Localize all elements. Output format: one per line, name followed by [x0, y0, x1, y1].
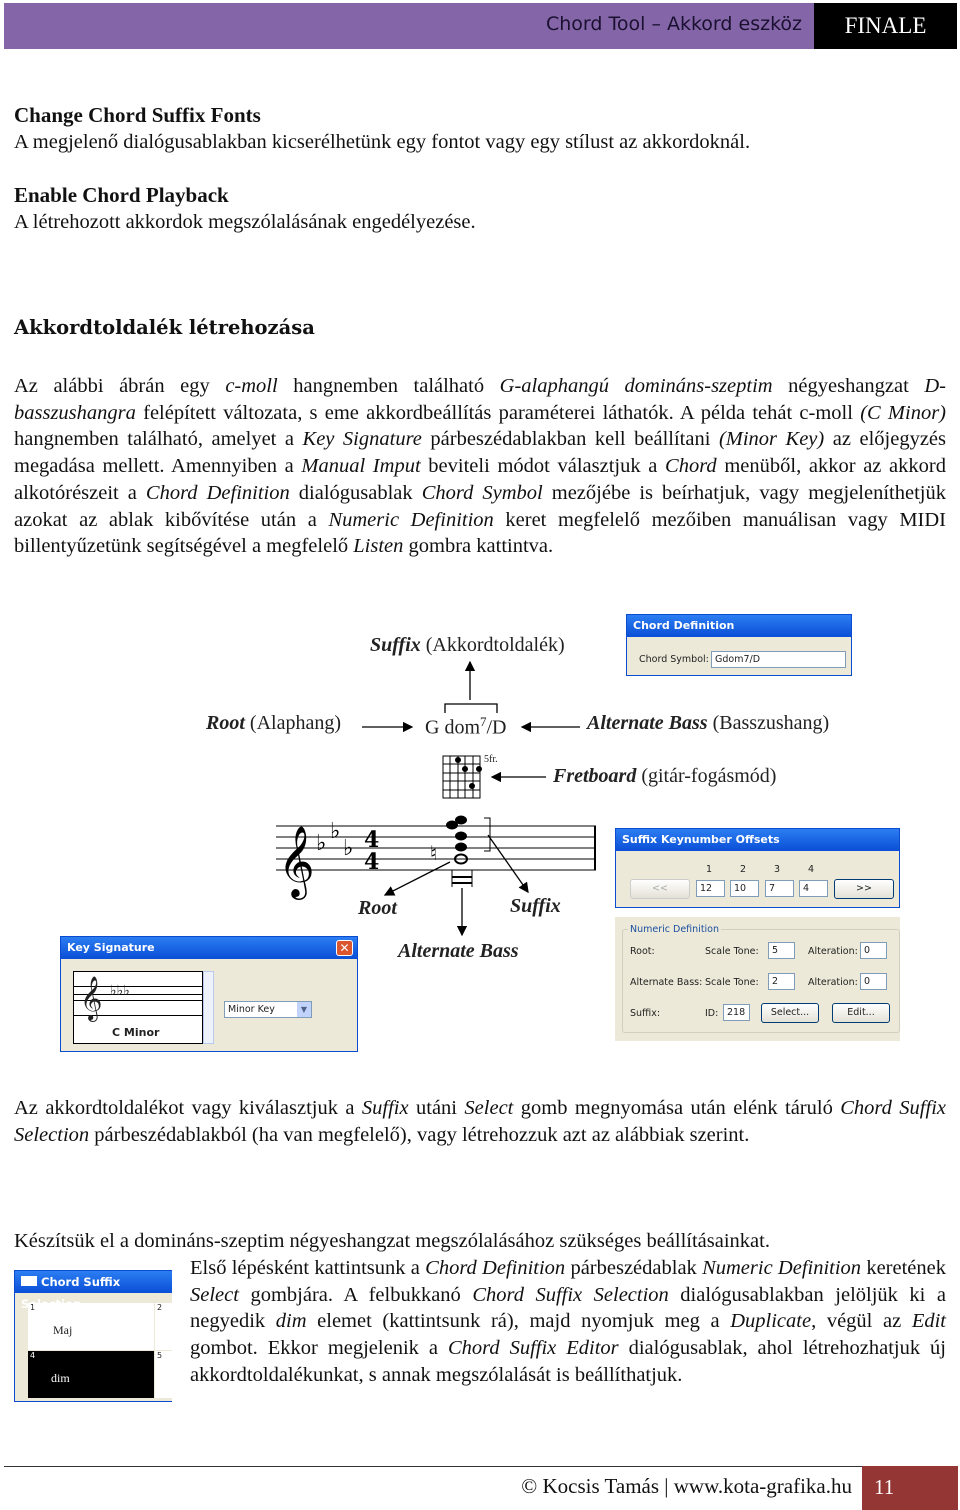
- italic-term: Chord Suffix Selection: [472, 1283, 669, 1306]
- text-run: utáni: [408, 1097, 465, 1119]
- scale-tone-label: Scale Tone:: [705, 977, 759, 988]
- arrow-root-staff: [383, 861, 451, 896]
- cell-label: Maj: [53, 1323, 73, 1337]
- suffix-cell[interactable]: 5: [155, 1351, 173, 1398]
- column-label: 3: [774, 864, 781, 875]
- cell-number: 2: [157, 1303, 163, 1312]
- text-run: Az akkordtoldalékot vagy kiválasztjuk a: [14, 1097, 362, 1119]
- offset-input[interactable]: 12: [696, 880, 725, 897]
- close-icon[interactable]: ✕: [336, 940, 353, 956]
- text-run: Első lépésként kattintsunk a: [190, 1257, 426, 1279]
- footer-divider: [4, 1466, 956, 1467]
- treble-clef-icon: 𝄞: [278, 824, 315, 900]
- altbass-label: Alternate Bass:: [630, 977, 703, 988]
- flat-icon: ♭: [330, 819, 340, 844]
- key-scrollbar[interactable]: [203, 971, 214, 1044]
- text-run: elemet (kattintsunk rá), majd nyomjuk me…: [306, 1310, 731, 1333]
- scale-tone-label: Scale Tone:: [705, 946, 759, 957]
- chord-symbol-input[interactable]: Gdom7/D: [711, 651, 846, 668]
- suffix-cell[interactable]: 1 Maj: [28, 1303, 154, 1350]
- flat-icon: ♭: [316, 831, 326, 856]
- time-sig-bottom: 4: [364, 849, 379, 875]
- dialog-title: Key Signature: [61, 937, 357, 959]
- dialog-title: Chord Definition: [627, 615, 851, 637]
- italic-term: Chord Suffix Editor: [447, 1337, 619, 1360]
- italic-term: Chord Definition: [425, 1257, 566, 1279]
- cell-number: 1: [30, 1303, 36, 1312]
- footer-copyright: © Kocsis Tamás | www.kota-grafika.hu: [521, 1474, 852, 1498]
- chevron-down-icon[interactable]: ▼: [297, 1002, 311, 1017]
- key-preview: 𝄞 ♭♭♭ C Minor: [73, 971, 203, 1044]
- suffix-keynumber-offsets-dialog: Suffix Keynumber Offsets 1 2 3 4 << 12 1…: [615, 828, 900, 908]
- suffix-id-input[interactable]: 218: [723, 1004, 750, 1021]
- select-button[interactable]: Select...: [761, 1003, 819, 1023]
- chord-suffix-selection-dialog: Chord Suffix Selection 1 Maj 2 4 dim 5: [14, 1270, 173, 1402]
- column-label: 1: [706, 864, 713, 875]
- text-run: párbeszédablak: [565, 1257, 703, 1279]
- italic-term: dim: [275, 1310, 307, 1333]
- suffix-cell-selected[interactable]: 4 dim: [28, 1351, 154, 1398]
- text-run: , végül az: [811, 1310, 912, 1333]
- italic-term: Select: [190, 1283, 239, 1306]
- chord-symbol-label: Chord Symbol:: [639, 654, 709, 665]
- dialog-title: Chord Suffix Selection: [15, 1271, 172, 1311]
- suffix-label: Suffix:: [630, 1008, 661, 1019]
- chord-definition-dialog: Chord Definition Chord Symbol: Gdom7/D: [626, 614, 852, 676]
- offset-input[interactable]: 4: [799, 880, 828, 897]
- suffix-cell[interactable]: 2: [155, 1303, 173, 1350]
- column-label: 4: [808, 864, 815, 875]
- text-run: gombot. Ekkor megjelenik a: [190, 1337, 448, 1360]
- suffix-bracket: [444, 703, 498, 713]
- text-run: keretének: [861, 1257, 946, 1279]
- id-label: ID:: [705, 1008, 719, 1019]
- alteration-label: Alteration:: [808, 977, 858, 988]
- cell-label: dim: [51, 1371, 70, 1385]
- text-run: párbeszédablakból (ha van megfelelő), va…: [89, 1123, 750, 1146]
- italic-term: Numeric Definition: [702, 1257, 862, 1279]
- column-label: 2: [740, 864, 747, 875]
- italic-term: Select: [464, 1097, 514, 1119]
- text-run: gomb megnyomása után elénk táruló: [513, 1097, 841, 1119]
- paragraph-2: Az akkordtoldalékot vagy kiválasztjuk a …: [14, 1095, 946, 1148]
- flat-icon: ♭: [343, 836, 353, 861]
- next-button[interactable]: >>: [834, 879, 894, 899]
- italic-term: Duplicate: [730, 1310, 812, 1333]
- root-scale-input[interactable]: 5: [768, 942, 795, 959]
- page-number: 11: [862, 1466, 958, 1510]
- paragraph-3-lead: Készítsük el a domináns-szeptim négyesha…: [14, 1230, 770, 1252]
- alteration-label: Alteration:: [808, 946, 858, 957]
- cell-number: 5: [157, 1351, 163, 1360]
- numeric-definition-panel: Numeric Definition Root: Scale Tone: 5 A…: [615, 917, 900, 1041]
- dialog-title: Suffix Keynumber Offsets: [616, 829, 899, 851]
- altbass-scale-input[interactable]: 2: [768, 973, 795, 990]
- prev-button[interactable]: <<: [630, 879, 690, 899]
- key-name: C Minor: [112, 1026, 160, 1039]
- treble-clef-icon: 𝄞: [80, 976, 103, 1020]
- edit-button[interactable]: Edit...: [832, 1003, 890, 1023]
- flats-icon: ♭♭♭: [110, 983, 130, 999]
- root-alteration-input[interactable]: 0: [860, 942, 887, 959]
- natural-icon: ♮: [430, 841, 437, 865]
- group-title: Numeric Definition: [628, 924, 722, 935]
- offset-input[interactable]: 10: [730, 880, 759, 897]
- root-label: Root:: [630, 946, 655, 957]
- key-signature-dialog: Key Signature ✕ 𝄞 ♭♭♭ C Minor Minor Key …: [60, 936, 358, 1052]
- chord-notes: [446, 815, 468, 865]
- offset-input[interactable]: 7: [765, 880, 794, 897]
- fretboard-grid: [442, 755, 482, 799]
- cell-number: 4: [30, 1351, 36, 1360]
- text-run: gombjára. A felbukkanó: [238, 1283, 473, 1306]
- italic-term: Edit: [911, 1310, 946, 1333]
- altbass-alteration-input[interactable]: 0: [860, 973, 887, 990]
- paragraph-3: Első lépésként kattintsunk a Chord Defin…: [190, 1255, 946, 1389]
- italic-term: Suffix: [361, 1097, 409, 1119]
- arrow-suffix-staff: [487, 834, 529, 894]
